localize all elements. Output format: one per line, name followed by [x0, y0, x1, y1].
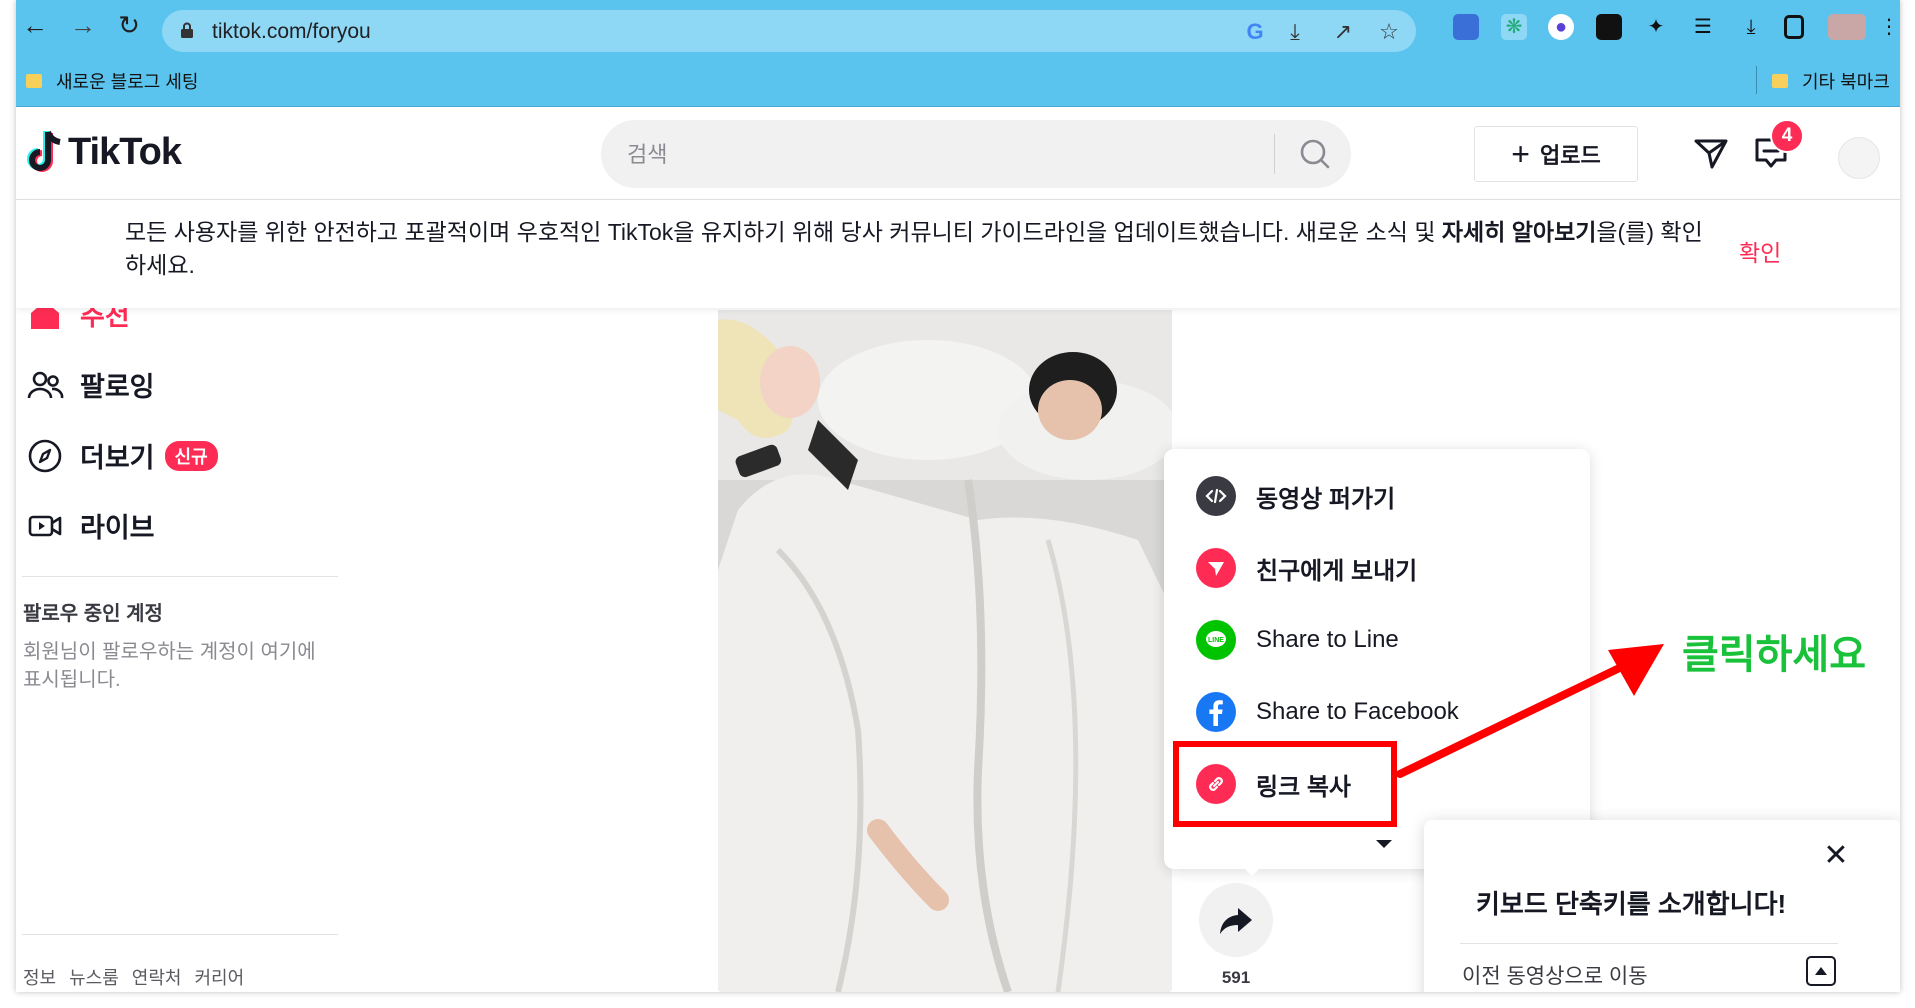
menu-dots-icon[interactable]: ⋮	[1876, 14, 1900, 40]
extension-1-icon[interactable]	[1453, 14, 1479, 40]
chevron-down-icon[interactable]	[1373, 836, 1395, 852]
svg-text:LINE: LINE	[1208, 637, 1224, 644]
search-icon	[1300, 139, 1330, 169]
share-send-friend[interactable]: 친구에게 보내기	[1196, 548, 1417, 588]
tiktok-logo[interactable]: TikTok	[24, 129, 182, 175]
bookmarks-bar: 새로운 블로그 세팅 기타 북마크	[16, 54, 1900, 107]
search-input[interactable]	[625, 120, 1269, 190]
arrow-up-key-icon	[1806, 956, 1836, 986]
share-count: 591	[1221, 968, 1251, 987]
video-player[interactable]	[718, 310, 1172, 992]
following-heading: 팔로우 중인 계정	[23, 603, 163, 625]
annotation-text: 클릭하세요	[1682, 633, 1866, 677]
share-embed[interactable]: 동영상 퍼가기	[1196, 476, 1395, 516]
address-bar[interactable]: tiktok.com/foryou G ⤓ ↗ ☆	[162, 10, 1416, 52]
google-icon[interactable]: G	[1242, 19, 1268, 45]
extension-2-icon[interactable]: ❋	[1501, 14, 1527, 40]
bookmark-other[interactable]: 기타 북마크	[1772, 68, 1890, 94]
share-arrow-icon	[1220, 908, 1252, 934]
url-text: tiktok.com/foryou	[212, 20, 371, 43]
upload-button[interactable]: + 업로드	[1474, 126, 1638, 182]
close-icon[interactable]: ✕	[1822, 841, 1850, 871]
notice-text: 모든 사용자를 위한 안전하고 포괄적이며 우호적인 TikTok을 유지하기 …	[125, 219, 1703, 278]
lock-icon	[181, 22, 193, 38]
sidebar-divider	[22, 576, 338, 577]
shortcut-row-label: 이전 동영상으로 이동	[1462, 965, 1648, 988]
sidebar-item-following[interactable]: 팔로잉	[26, 365, 155, 404]
media-icon[interactable]: ☰	[1690, 14, 1716, 40]
plus-icon: +	[1511, 136, 1530, 172]
guideline-notice: 모든 사용자를 위한 안전하고 포괄적이며 우호적인 TikTok을 유지하기 …	[16, 200, 1900, 308]
send-message-icon[interactable]	[1688, 129, 1734, 175]
logo-text: TikTok	[68, 130, 182, 173]
extension-3-icon[interactable]: ●	[1548, 14, 1574, 40]
share-line[interactable]: LINE Share to Line	[1196, 620, 1399, 660]
profile-icon[interactable]	[1828, 14, 1866, 40]
following-description: 회원님이 팔로우하는 계정이 여기에 표시됩니다.	[23, 641, 316, 691]
embed-icon	[1196, 476, 1236, 516]
line-icon: LINE	[1196, 620, 1236, 660]
browser-window: ← → ↻ tiktok.com/foryou G ⤓ ↗ ☆ ❋ ● ✦ ☰ …	[16, 0, 1900, 992]
live-camera-icon	[28, 515, 62, 536]
footer-links[interactable]: 정보 뉴스룸 연락처 커리어	[23, 964, 244, 990]
extension-4-icon[interactable]	[1596, 14, 1622, 40]
facebook-icon	[1196, 692, 1236, 732]
people-icon	[27, 371, 64, 398]
compass-icon	[28, 439, 62, 472]
inbox-badge: 4	[1770, 119, 1804, 153]
forward-icon[interactable]: →	[68, 10, 98, 40]
sidebar-item-explore[interactable]: 더보기 신규	[26, 436, 218, 475]
menu-pointer	[1240, 864, 1264, 876]
upload-label: 업로드	[1539, 143, 1601, 168]
share-button[interactable]	[1199, 883, 1273, 957]
reload-icon[interactable]: ↻	[114, 10, 144, 40]
search-bar	[601, 120, 1351, 190]
annotation-arrow	[1396, 644, 1664, 778]
search-button[interactable]	[1283, 120, 1351, 188]
confirm-button[interactable]: 확인	[1739, 234, 1781, 268]
tiktok-note-icon	[27, 130, 61, 172]
send-icon	[1196, 548, 1236, 588]
share-page-icon[interactable]: ↗	[1330, 19, 1356, 45]
bookmark-divider	[1756, 66, 1757, 94]
folder-icon	[26, 74, 42, 89]
video-thumbnail	[718, 310, 1172, 992]
back-icon[interactable]: ←	[20, 10, 50, 40]
keyboard-shortcut-popup: ✕ 키보드 단축키를 소개합니다! 이전 동영상으로 이동	[1424, 820, 1900, 992]
browser-toolbar: ← → ↻ tiktok.com/foryou G ⤓ ↗ ☆ ❋ ● ✦ ☰ …	[16, 0, 1900, 54]
sidepanel-icon[interactable]	[1784, 15, 1804, 39]
learn-more-link[interactable]: 자세히 알아보기	[1442, 219, 1597, 245]
download-icon[interactable]: ⤓	[1738, 14, 1764, 40]
avatar[interactable]	[1838, 137, 1880, 179]
install-icon[interactable]: ⤓	[1282, 19, 1308, 45]
sidebar-item-live[interactable]: 라이브	[26, 506, 155, 545]
new-badge: 신규	[164, 440, 218, 471]
popup-divider	[1460, 943, 1838, 944]
search-divider	[1274, 134, 1275, 174]
sidebar-divider	[22, 934, 338, 935]
highlight-box	[1173, 741, 1397, 827]
bookmark-star-icon[interactable]: ☆	[1376, 19, 1402, 45]
puzzle-icon[interactable]: ✦	[1643, 14, 1669, 40]
bookmark-blog-setting[interactable]: 새로운 블로그 세팅	[26, 68, 198, 94]
popup-title: 키보드 단축키를 소개합니다!	[1476, 889, 1787, 919]
folder-icon	[1772, 74, 1788, 89]
tiktok-header: TikTok + 업로드 4	[16, 107, 1900, 200]
